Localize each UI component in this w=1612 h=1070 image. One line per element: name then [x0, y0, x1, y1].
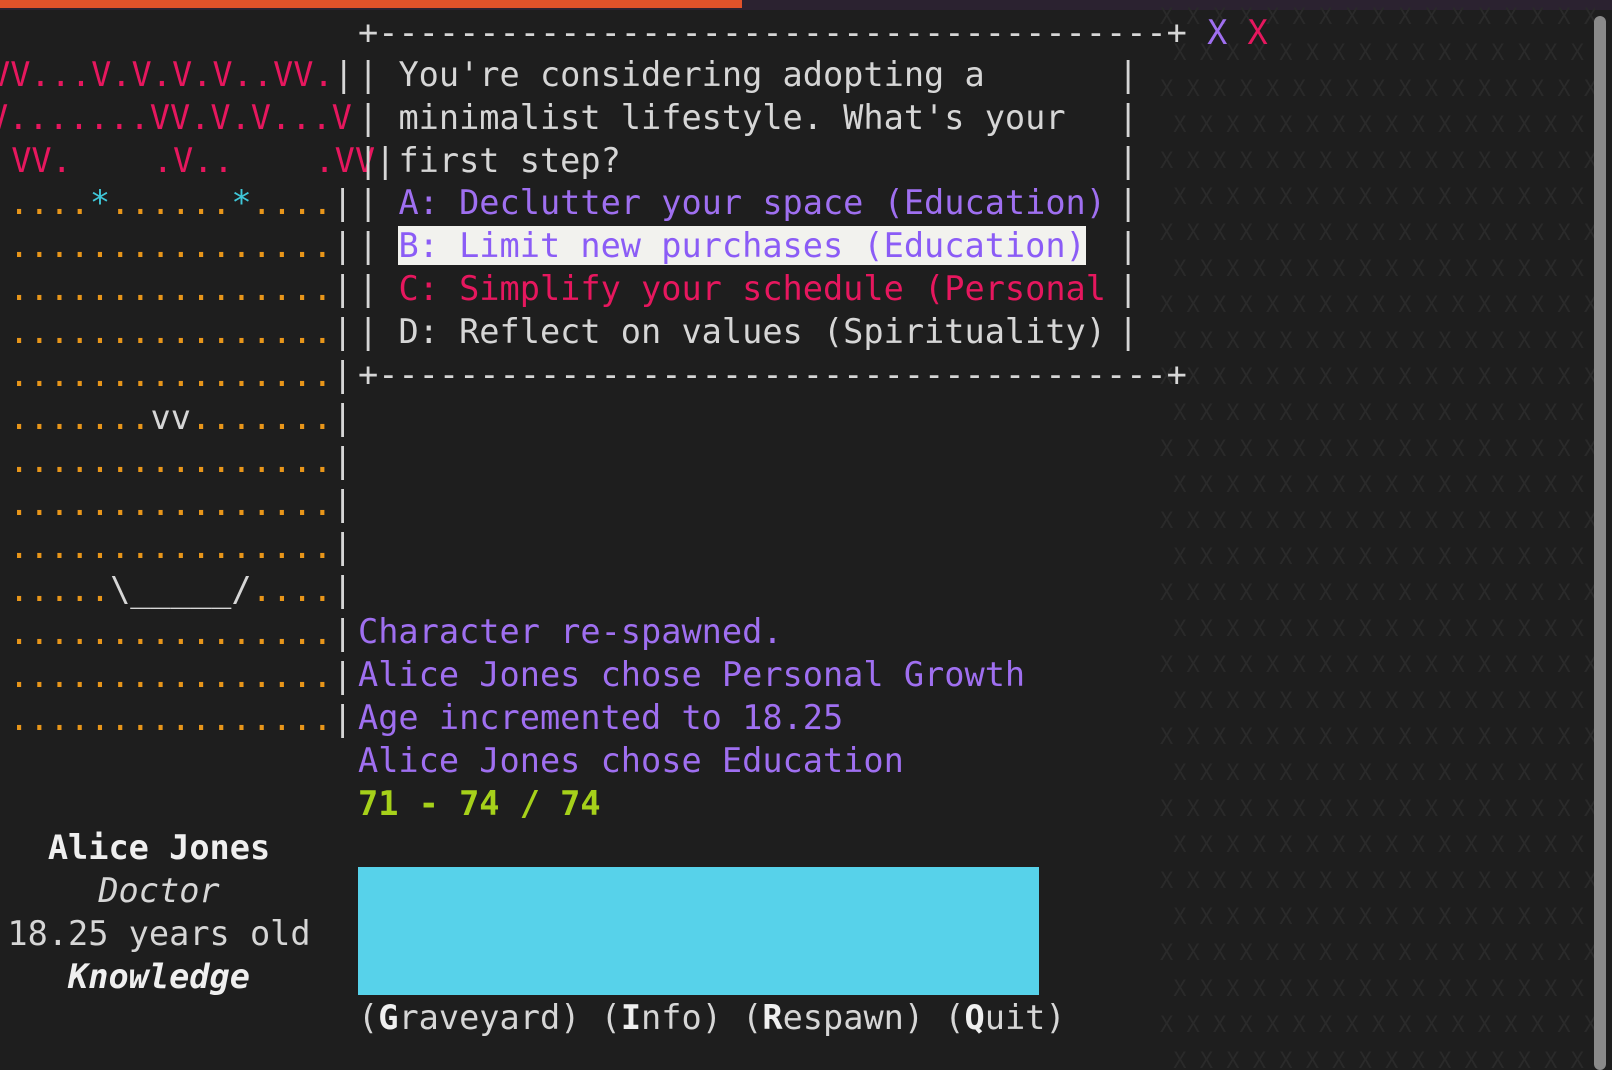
dialog-border-bottom: +---------------------------------------… [358, 355, 1187, 394]
dialog-border-right: | [1118, 226, 1139, 265]
map-row: ................| [9, 613, 353, 652]
map-row: V.......VV.V.V...V [0, 98, 352, 137]
choice-a[interactable]: | A: Declutter your space (Education) [358, 181, 1106, 225]
dialog-prompt-line: | You're considering adopting a [358, 55, 985, 94]
choice-d[interactable]: | D: Reflect on values (Spirituality) [358, 310, 1106, 354]
quit-button[interactable]: (Quit) [944, 998, 1065, 1037]
map-row: ................| [9, 484, 353, 523]
map-row: ................| [9, 527, 353, 566]
map-row: .....\_____/....| [9, 570, 353, 609]
character-panel: Alice Jones Doctor 18.25 years old Knowl… [0, 826, 318, 998]
map-row: ................| [9, 441, 353, 480]
map-row: ....*......*....| [9, 183, 353, 222]
dialog-prompt-line: | minimalist lifestyle. What's your [358, 98, 1066, 137]
close-icon[interactable]: X [1248, 13, 1268, 52]
map-row: ................| [9, 312, 353, 351]
dialog-border-right: | [1118, 98, 1139, 137]
dialog-border-right: | [1118, 312, 1139, 351]
map-row: ................| [9, 226, 353, 265]
choice-b[interactable]: | B: Limit new purchases (Education) [358, 224, 1086, 268]
map-row: ................| [9, 699, 353, 738]
character-trait: Knowledge [68, 957, 250, 996]
log-entry: Age incremented to 18.25 [358, 698, 844, 737]
respawn-button[interactable]: (Respawn) [742, 998, 924, 1037]
character-occupation: Doctor [98, 871, 220, 910]
dialog-border-right: | [1118, 55, 1139, 94]
info-button[interactable]: (Info) [601, 998, 722, 1037]
character-age: 18.25 years old [7, 914, 311, 953]
map-row: VV...V.V.V.V..VV.| [0, 55, 354, 94]
action-area [358, 867, 1039, 995]
progress-bar [0, 0, 742, 8]
character-name: Alice Jones [47, 828, 271, 867]
graveyard-button[interactable]: (Graveyard) [358, 998, 580, 1037]
map-row: ................| [9, 269, 353, 308]
choice-c[interactable]: | C: Simplify your schedule (Personal [358, 267, 1106, 311]
map-row: ................| [9, 656, 353, 695]
dialog-border-right: | [1118, 141, 1139, 180]
dialog-border-right: | [1118, 269, 1139, 308]
log-entry: Character re-spawned. [358, 612, 783, 651]
log-entry: Alice Jones chose Education [358, 741, 904, 780]
selected-choice-highlight[interactable]: B: Limit new purchases (Education) [398, 226, 1086, 265]
log-entry: Alice Jones chose Personal Growth [358, 655, 1026, 694]
map-row: ................| [9, 355, 353, 394]
dialog-border-top: +---------------------------------------… [358, 13, 1268, 52]
map-row: VV. .V.. .VV| [0, 141, 396, 180]
scrollbar[interactable] [1594, 16, 1606, 1070]
close-icon[interactable]: X [1207, 13, 1227, 52]
map-row: .......vv.......| [9, 398, 353, 437]
dialog-prompt-line: | first step? [358, 141, 621, 180]
command-menu: (Graveyard) (Info) (Respawn) (Quit) [358, 996, 1066, 1040]
stats-readout: 71 - 74 / 74 [358, 784, 601, 823]
background-pattern: X X X X X X X X X X X X X X X X X X X X … [1160, 5, 1595, 1070]
dialog-border-right: | [1118, 183, 1139, 222]
